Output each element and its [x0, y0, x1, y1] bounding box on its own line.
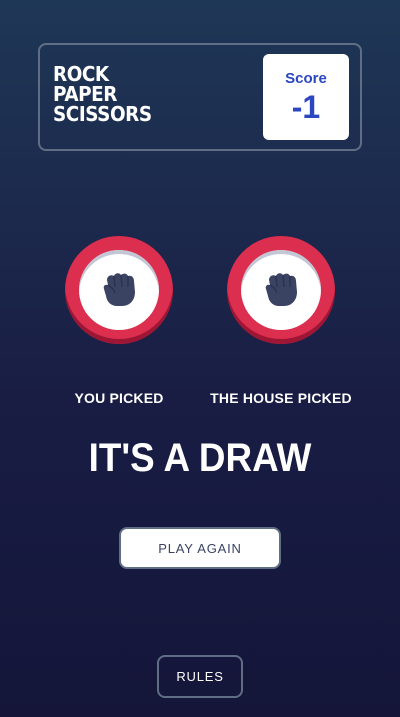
- scoreboard-header: ROCK PAPER SCISSORS Score -1: [38, 43, 362, 151]
- score-box: Score -1: [263, 54, 349, 140]
- score-value: -1: [291, 89, 321, 125]
- rules-button[interactable]: RULES: [157, 655, 243, 698]
- score-label: Score: [285, 70, 327, 87]
- play-again-button[interactable]: PLAY AGAIN: [119, 527, 281, 569]
- rock-fist-icon: [103, 273, 135, 306]
- house-picked-rock-token: [227, 236, 335, 344]
- you-picked-label: YOU PICKED: [74, 390, 164, 406]
- token-inner-circle: [241, 250, 321, 330]
- title-line-rock: ROCK: [53, 62, 109, 86]
- title-line-scissors: SCISSORS: [53, 102, 152, 126]
- result-text: IT'S A DRAW: [88, 436, 312, 480]
- rock-fist-icon: [265, 273, 297, 306]
- title-line-paper: PAPER: [53, 82, 117, 106]
- token-inner-circle: [79, 250, 159, 330]
- house-picked-label: THE HOUSE PICKED: [210, 390, 352, 406]
- game-title: ROCK PAPER SCISSORS: [53, 64, 152, 124]
- you-picked-rock-token: [65, 236, 173, 344]
